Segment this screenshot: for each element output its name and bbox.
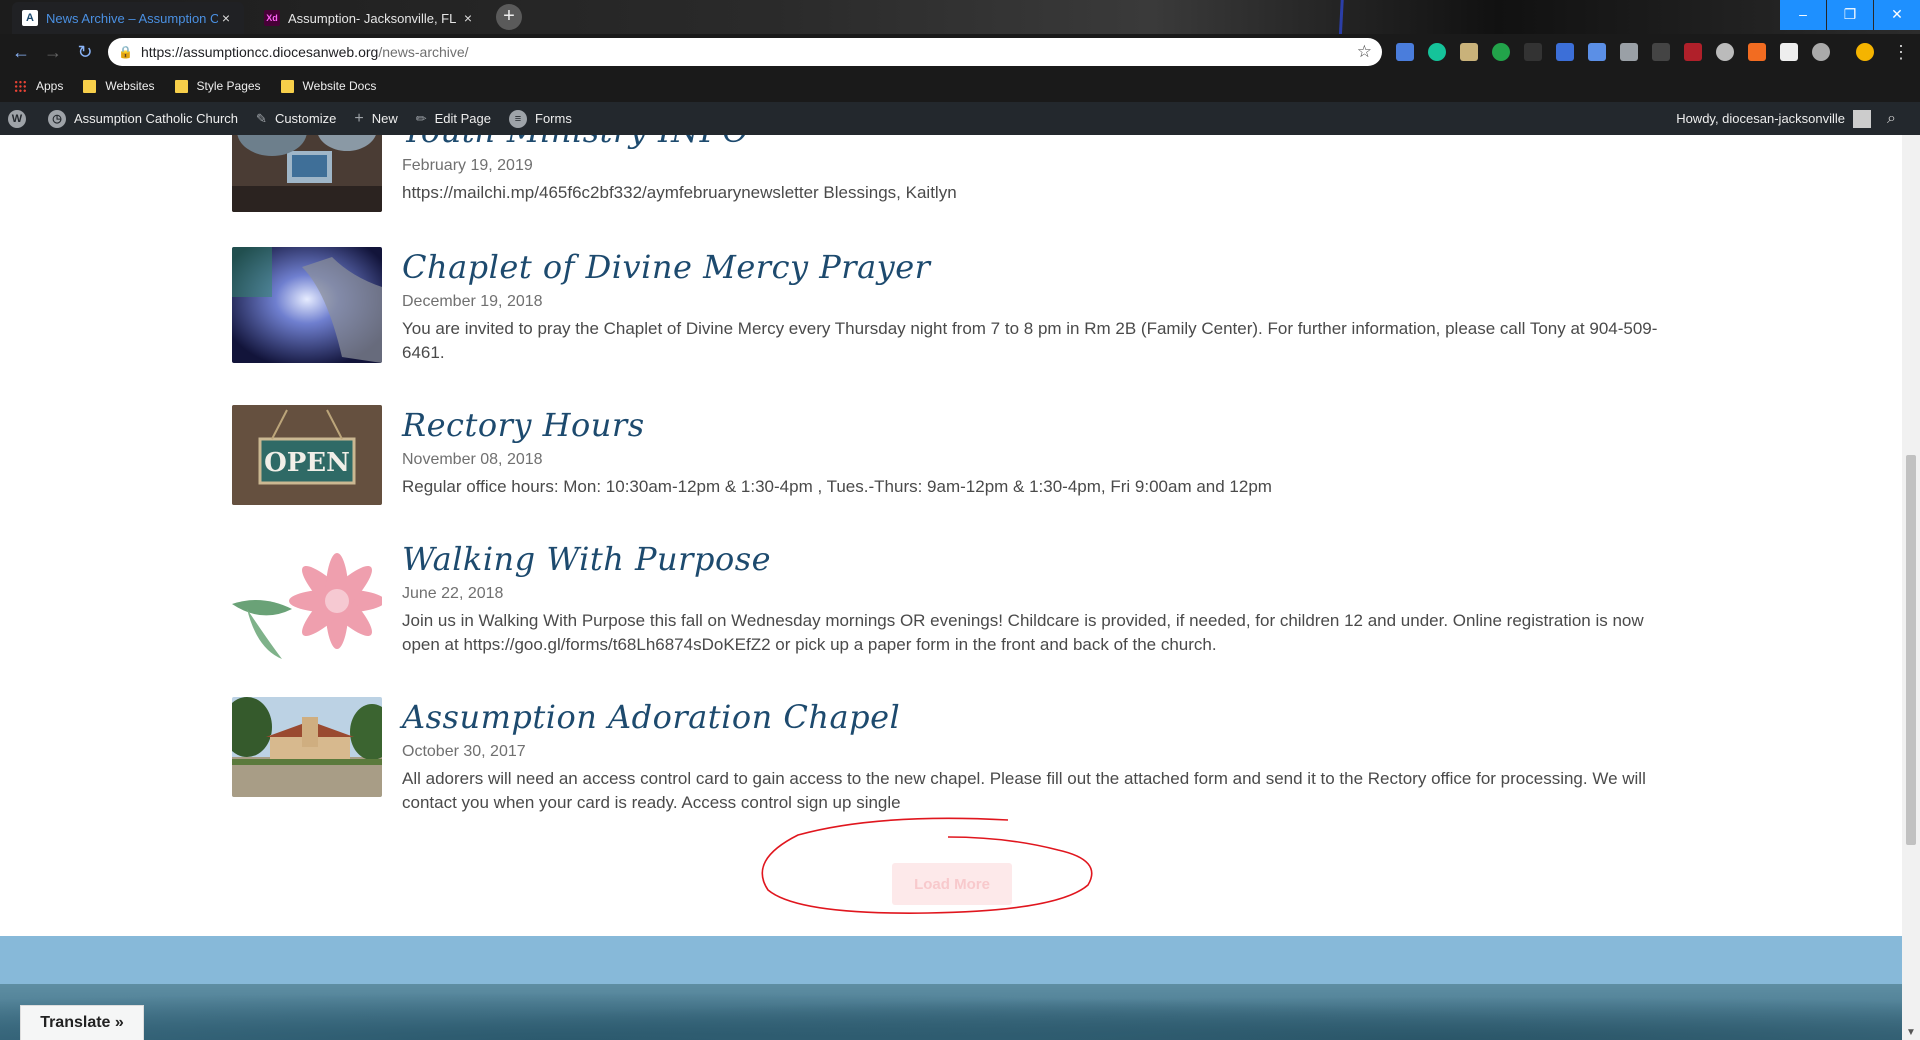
profile-avatar-icon[interactable]	[1856, 43, 1874, 61]
translate-button[interactable]: Translate »	[20, 1005, 144, 1040]
news-body: Youth Ministry INFO February 19, 2019 ht…	[402, 135, 1662, 205]
reload-icon[interactable]: ↻	[74, 41, 96, 63]
folder-icon	[174, 79, 188, 93]
new-tab-button[interactable]: +	[496, 4, 522, 30]
wordpress-logo-icon: W	[8, 109, 26, 128]
load-more-button[interactable]: Load More	[892, 863, 1012, 905]
browser-toolbar: ← → ↻ 🔒 https://assumptioncc.diocesanweb…	[0, 34, 1920, 70]
news-body: Chaplet of Divine Mercy Prayer December …	[402, 247, 1662, 365]
extension-icon[interactable]	[1524, 43, 1542, 61]
address-bar[interactable]: 🔒 https://assumptioncc.diocesanweb.org/n…	[108, 38, 1382, 66]
extension-icon[interactable]	[1780, 43, 1798, 61]
cloud-icon[interactable]	[1716, 43, 1734, 61]
bookmark-apps[interactable]: Apps	[14, 79, 63, 93]
news-title[interactable]: Assumption Adoration Chapel	[402, 697, 1662, 737]
lock-icon: 🔒	[118, 45, 133, 59]
close-tab-icon[interactable]: ×	[460, 10, 476, 26]
url-path: /news-archive/	[378, 44, 469, 60]
grammarly-icon[interactable]	[1428, 43, 1446, 61]
minimize-icon[interactable]: –	[1780, 0, 1826, 30]
close-tab-icon[interactable]: ×	[218, 10, 234, 26]
settings-icon[interactable]	[1812, 43, 1830, 61]
scroll-down-arrow-icon[interactable]: ▼	[1902, 1027, 1920, 1038]
news-excerpt: All adorers will need an access control …	[402, 769, 1646, 812]
bookmark-website-docs[interactable]: Website Docs	[280, 79, 376, 93]
extension-icon[interactable]	[1460, 43, 1478, 61]
news-body: Walking With Purpose June 22, 2018 Join …	[402, 539, 1662, 657]
close-window-icon[interactable]: ✕	[1874, 0, 1920, 30]
news-date: October 30, 2017	[402, 743, 526, 760]
tab-title: News Archive – Assumption Cath	[46, 10, 218, 26]
bookmark-style-pages[interactable]: Style Pages	[174, 79, 261, 93]
news-date: November 08, 2018	[402, 451, 543, 468]
search-icon[interactable]: ⌕	[1887, 110, 1896, 128]
wp-admin-bar: W ◷ Assumption Catholic Church ✎ Customi…	[0, 102, 1920, 135]
restore-icon[interactable]: ❐	[1827, 0, 1873, 30]
page-scrollbar[interactable]: ▼	[1902, 135, 1920, 1040]
news-excerpt: You are invited to pray the Chaplet of D…	[402, 319, 1658, 362]
dashboard-icon: ◷	[48, 109, 66, 128]
news-excerpt: Regular office hours: Mon: 10:30am-12pm …	[402, 477, 1272, 496]
adobe-xd-favicon-icon: Xd	[264, 10, 280, 26]
plus-icon: +	[354, 109, 364, 127]
tab-news-archive[interactable]: A News Archive – Assumption Cath ×	[12, 2, 244, 34]
browser-tab-strip: A News Archive – Assumption Cath × Xd As…	[0, 0, 1920, 104]
url-host: https://assumptioncc.diocesanweb.org	[140, 44, 379, 60]
news-title[interactable]: Walking With Purpose	[402, 539, 1662, 579]
pencil-icon: ✏	[415, 110, 427, 126]
camera-icon[interactable]	[1620, 43, 1638, 61]
extension-icon[interactable]	[1396, 43, 1414, 61]
extension-icon[interactable]	[1684, 43, 1702, 61]
admin-site-name[interactable]: ◷ Assumption Catholic Church	[48, 109, 238, 128]
translate-extension-icon[interactable]	[1588, 43, 1606, 61]
news-thumbnail-youth[interactable]	[232, 135, 382, 212]
open-sign-text: OPEN	[264, 448, 350, 478]
news-title[interactable]: Rectory Hours	[402, 405, 1662, 445]
avatar	[1853, 109, 1872, 128]
folder-icon	[83, 79, 97, 93]
news-thumbnail-walking-purpose[interactable]	[232, 539, 382, 665]
extension-icon[interactable]	[1556, 43, 1574, 61]
tab-assumption-jacksonville[interactable]: Xd Assumption- Jacksonville, FL ×	[254, 2, 486, 34]
news-title[interactable]: Youth Ministry INFO	[402, 135, 1662, 151]
news-title[interactable]: Chaplet of Divine Mercy Prayer	[402, 247, 1662, 287]
forward-arrow-icon[interactable]: →	[42, 41, 64, 63]
news-date: June 22, 2018	[402, 585, 504, 602]
news-thumbnail-divine-mercy[interactable]	[232, 247, 382, 363]
admin-forms[interactable]: ≡ Forms	[509, 109, 572, 128]
news-body: Assumption Adoration Chapel October 30, …	[402, 697, 1662, 815]
wordpress-logo-button[interactable]: W	[8, 109, 30, 128]
bookmarks-bar: Apps Websites Style Pages Website Docs	[0, 70, 1920, 102]
assumption-favicon-icon: A	[22, 10, 38, 26]
brush-icon: ✎	[256, 110, 267, 126]
window-controls: – ❐ ✕	[1779, 0, 1920, 30]
forms-icon: ≡	[509, 109, 527, 128]
menu-kebab-icon[interactable]: ⋮	[1890, 41, 1912, 63]
admin-edit-page[interactable]: ✏ Edit Page	[416, 111, 491, 127]
bookmark-websites[interactable]: Websites	[83, 79, 155, 93]
news-thumbnail-adoration-chapel[interactable]	[232, 697, 382, 797]
back-arrow-icon[interactable]: ←	[10, 41, 32, 63]
extension-icon[interactable]	[1748, 43, 1766, 61]
news-body: Rectory Hours November 08, 2018 Regular …	[402, 405, 1662, 499]
evernote-icon[interactable]	[1492, 43, 1510, 61]
page-viewport: Youth Ministry INFO February 19, 2019 ht…	[0, 135, 1902, 1040]
apps-grid-icon	[14, 79, 27, 93]
news-excerpt: Join us in Walking With Purpose this fal…	[402, 611, 1644, 654]
news-excerpt: https://mailchi.mp/465f6c2bf332/aymfebru…	[402, 183, 957, 202]
admin-new[interactable]: + New	[354, 110, 397, 128]
scrollbar-thumb[interactable]	[1906, 455, 1916, 845]
news-date: February 19, 2019	[402, 157, 533, 174]
tab-title: Assumption- Jacksonville, FL	[288, 10, 457, 26]
bookmark-star-icon[interactable]: ☆	[1357, 42, 1372, 62]
admin-account[interactable]: Howdy, diocesan-jacksonville ⌕	[1676, 102, 1896, 135]
admin-customize[interactable]: ✎ Customize	[256, 111, 336, 127]
news-date: December 19, 2018	[402, 293, 543, 310]
footer-band	[0, 936, 1902, 984]
news-thumbnail-rectory[interactable]: OPEN	[232, 405, 382, 505]
footer-trees-image	[0, 984, 1902, 1040]
extension-icon[interactable]	[1652, 43, 1670, 61]
folder-icon	[280, 79, 294, 93]
